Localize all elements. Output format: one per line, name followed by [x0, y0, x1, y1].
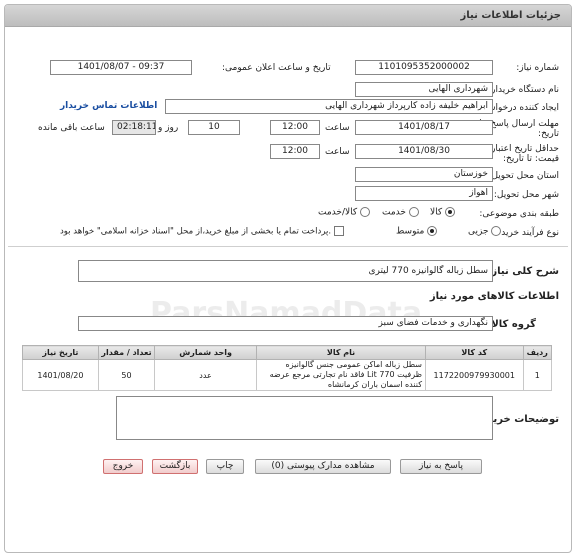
category-option-goods[interactable]: کالا: [430, 207, 456, 218]
summary-field: سطل زباله گالوانیزه 770 لیتری: [78, 260, 493, 282]
cell-row: 1: [522, 359, 553, 391]
deadline-time-label: ساعت: [325, 123, 350, 133]
province-field: خوزستان: [355, 167, 493, 182]
process-medium-label: متوسط: [396, 226, 425, 237]
announce-field: 1401/08/07 - 09:37: [50, 60, 192, 75]
process-minor-label: جزیی: [468, 226, 489, 237]
table-row: 1401/08/20 50 عدد سطل زباله اماکن عمومی …: [22, 359, 553, 391]
min-validity-label-1: حداقل تاریخ اعتبار: [491, 144, 559, 154]
category-both-radio[interactable]: [360, 207, 371, 217]
days-field: 10: [188, 120, 240, 135]
buyer-contact-link[interactable]: اطلاعات تماس خریدار: [60, 101, 157, 111]
payment-checkbox[interactable]: [333, 226, 344, 236]
back-button[interactable]: بازگشت: [152, 459, 198, 474]
deadline-label-2: تاریخ:: [538, 129, 559, 139]
process-option-medium[interactable]: متوسط: [396, 226, 438, 237]
col-unit: واحد شمارش: [154, 345, 257, 360]
buyer-field: شهرداری الهایی: [355, 82, 493, 97]
cell-unit: عدد: [154, 359, 257, 391]
category-option-service[interactable]: خدمت: [382, 207, 419, 218]
title-bar: جزئیات اطلاعات نیاز: [5, 5, 571, 27]
process-medium-radio[interactable]: [427, 226, 438, 236]
need-number-field: 1101095352000002: [355, 60, 493, 75]
attachments-button[interactable]: مشاهده مدارک پیوستی (0): [255, 459, 391, 474]
announce-label: تاریخ و ساعت اعلان عمومی:: [222, 63, 331, 73]
summary-label: شرح کلی نیاز:: [487, 266, 559, 277]
col-date: تاریخ نیاز: [22, 345, 99, 360]
page-title: جزئیات اطلاعات نیاز: [460, 10, 561, 21]
creator-field: ابراهیم خلیفه زاده کارپرداز شهرداری الها…: [165, 99, 493, 114]
city-field: اهواز: [355, 186, 493, 201]
process-label: نوع فرآیند خرید :: [495, 228, 559, 238]
category-service-radio[interactable]: [408, 207, 419, 217]
notes-field: [116, 396, 493, 440]
validity-time-label: ساعت: [325, 147, 350, 157]
col-qty: تعداد / مقدار: [97, 345, 156, 360]
col-row: ردیف: [522, 345, 553, 360]
category-goods-label: کالا: [430, 207, 443, 218]
divider: [8, 246, 568, 247]
province-label: استان محل تحویل:: [488, 171, 559, 181]
days-label: روز و: [158, 123, 179, 133]
city-label: شهر محل تحویل:: [493, 190, 559, 200]
payment-note: پرداخت تمام یا بخشی از مبلغ خرید،از محل …: [60, 226, 332, 237]
process-minor-radio[interactable]: [491, 226, 502, 236]
validity-date-field: 1401/08/30: [355, 144, 493, 159]
goods-group-field: نگهداری و خدمات فضای سبز: [78, 316, 493, 331]
goods-table-header: تاریخ نیاز تعداد / مقدار واحد شمارش نام …: [22, 345, 553, 360]
col-code: کد کالا: [425, 345, 524, 360]
cell-qty: 50: [97, 359, 156, 391]
buyer-label: نام دستگاه خریدار:: [488, 85, 559, 95]
col-name: نام کالا: [255, 345, 427, 360]
process-option-minor[interactable]: جزیی: [468, 226, 502, 237]
validity-time-field: 12:00: [270, 144, 320, 159]
goods-group-label: گروه کالا:: [487, 319, 536, 330]
cell-name: سطل زباله اماکن عمومی جنس گالوانیزه ظرفی…: [255, 359, 427, 391]
need-number-label: شماره نیاز:: [516, 63, 559, 73]
remaining-time-field: 02:18:11: [112, 120, 156, 135]
print-button[interactable]: چاپ: [206, 459, 244, 474]
reply-button[interactable]: پاسخ به نیاز: [400, 459, 482, 474]
category-service-label: خدمت: [382, 207, 406, 218]
payment-note-row: پرداخت تمام یا بخشی از مبلغ خرید،از محل …: [60, 226, 344, 237]
cell-code: 1172200979930001: [425, 359, 524, 391]
category-goods-radio[interactable]: [445, 207, 456, 217]
goods-table: تاریخ نیاز تعداد / مقدار واحد شمارش نام …: [22, 345, 553, 391]
cell-date: 1401/08/20: [22, 359, 99, 391]
goods-section-title: اطلاعات کالاهای مورد نیاز: [429, 291, 559, 302]
remaining-label: ساعت باقی مانده: [38, 123, 105, 133]
deadline-date-field: 1401/08/17: [355, 120, 493, 135]
exit-button[interactable]: خروج: [103, 459, 143, 474]
deadline-time-field: 12:00: [270, 120, 320, 135]
category-label: طبقه بندی موضوعی:: [479, 209, 559, 219]
category-option-both[interactable]: کالا/خدمت: [318, 207, 371, 218]
category-both-label: کالا/خدمت: [318, 207, 358, 218]
min-validity-label-2: قیمت: تا تاریخ:: [503, 154, 559, 164]
